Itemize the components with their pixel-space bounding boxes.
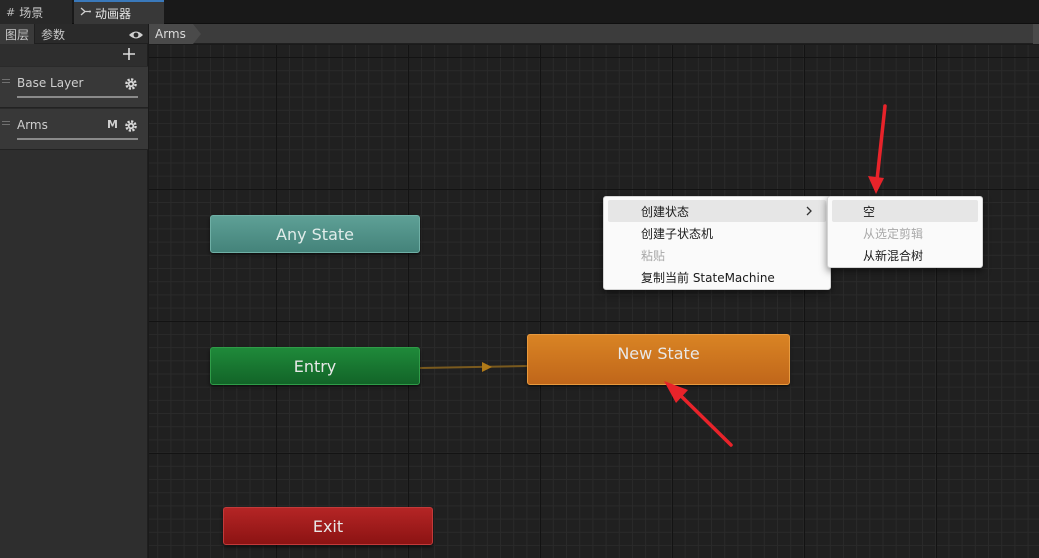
layer-name: Arms	[17, 118, 48, 132]
state-node-any-state[interactable]: Any State	[210, 215, 420, 253]
layers-panel-tabs: 图层 参数	[0, 24, 148, 44]
tab-scene[interactable]: # 场景	[0, 0, 72, 24]
editor-tab-bar: # 场景 动画器	[0, 0, 1039, 24]
create-state-submenu: 空 从选定剪辑 从新混合树	[827, 196, 983, 268]
menu-item-label: 创建子状态机	[641, 226, 714, 241]
state-node-new-state[interactable]: New State	[527, 334, 790, 385]
submenu-item-from-selected-clip: 从选定剪辑	[832, 222, 978, 244]
transition-arrow[interactable]	[149, 45, 1039, 558]
breadcrumb-end	[1033, 24, 1039, 44]
menu-item-label: 从新混合树	[863, 248, 924, 263]
menu-item-label: 空	[863, 204, 876, 219]
grid-icon: #	[6, 5, 16, 19]
drag-handle-icon[interactable]	[2, 79, 10, 83]
drag-handle-icon[interactable]	[2, 121, 10, 125]
layer-name: Base Layer	[17, 76, 84, 90]
add-layer-button[interactable]	[121, 46, 137, 62]
submenu-item-from-new-blend-tree[interactable]: 从新混合树	[832, 244, 978, 266]
tab-parameters[interactable]: 参数	[36, 24, 70, 44]
menu-item-label: 复制当前 StateMachine	[641, 270, 775, 285]
state-node-entry[interactable]: Entry	[210, 347, 420, 385]
layer-weight-slider[interactable]	[17, 138, 138, 140]
menu-item-label: 粘贴	[641, 248, 666, 263]
gear-icon[interactable]	[124, 76, 138, 90]
layer-mask-flag: M	[107, 118, 118, 131]
tab-animator-label: 动画器	[95, 6, 132, 21]
eye-icon[interactable]	[128, 27, 144, 41]
context-menu: 创建状态 创建子状态机 粘贴 复制当前 StateMachine	[603, 196, 831, 290]
layers-panel: 图层 参数 Base Layer Arms M	[0, 24, 148, 558]
menu-item-paste: 粘贴	[608, 244, 826, 266]
submenu-item-empty[interactable]: 空	[832, 200, 978, 222]
gear-icon[interactable]	[124, 118, 138, 132]
breadcrumb-item-arms[interactable]: Arms	[149, 24, 201, 44]
state-machine-graph[interactable]: Any State Entry New State Exit	[149, 45, 1039, 558]
menu-item-copy-state-machine[interactable]: 复制当前 StateMachine	[608, 266, 826, 288]
menu-item-label: 从选定剪辑	[863, 226, 924, 241]
chevron-right-icon	[804, 205, 814, 217]
state-node-exit[interactable]: Exit	[223, 507, 433, 545]
tab-scene-label: 场景	[19, 5, 44, 20]
menu-item-label: 创建状态	[641, 204, 690, 219]
layer-item-arms[interactable]: Arms M	[0, 108, 148, 150]
tab-animator[interactable]: 动画器	[74, 0, 164, 24]
layer-item-base-layer[interactable]: Base Layer	[0, 66, 148, 108]
layer-weight-slider[interactable]	[17, 96, 138, 98]
menu-item-create-state[interactable]: 创建状态	[608, 200, 826, 222]
menu-item-create-sub-state-machine[interactable]: 创建子状态机	[608, 222, 826, 244]
breadcrumb: Arms	[149, 24, 1039, 44]
tab-layers[interactable]: 图层	[0, 24, 35, 44]
animator-icon	[80, 6, 91, 20]
